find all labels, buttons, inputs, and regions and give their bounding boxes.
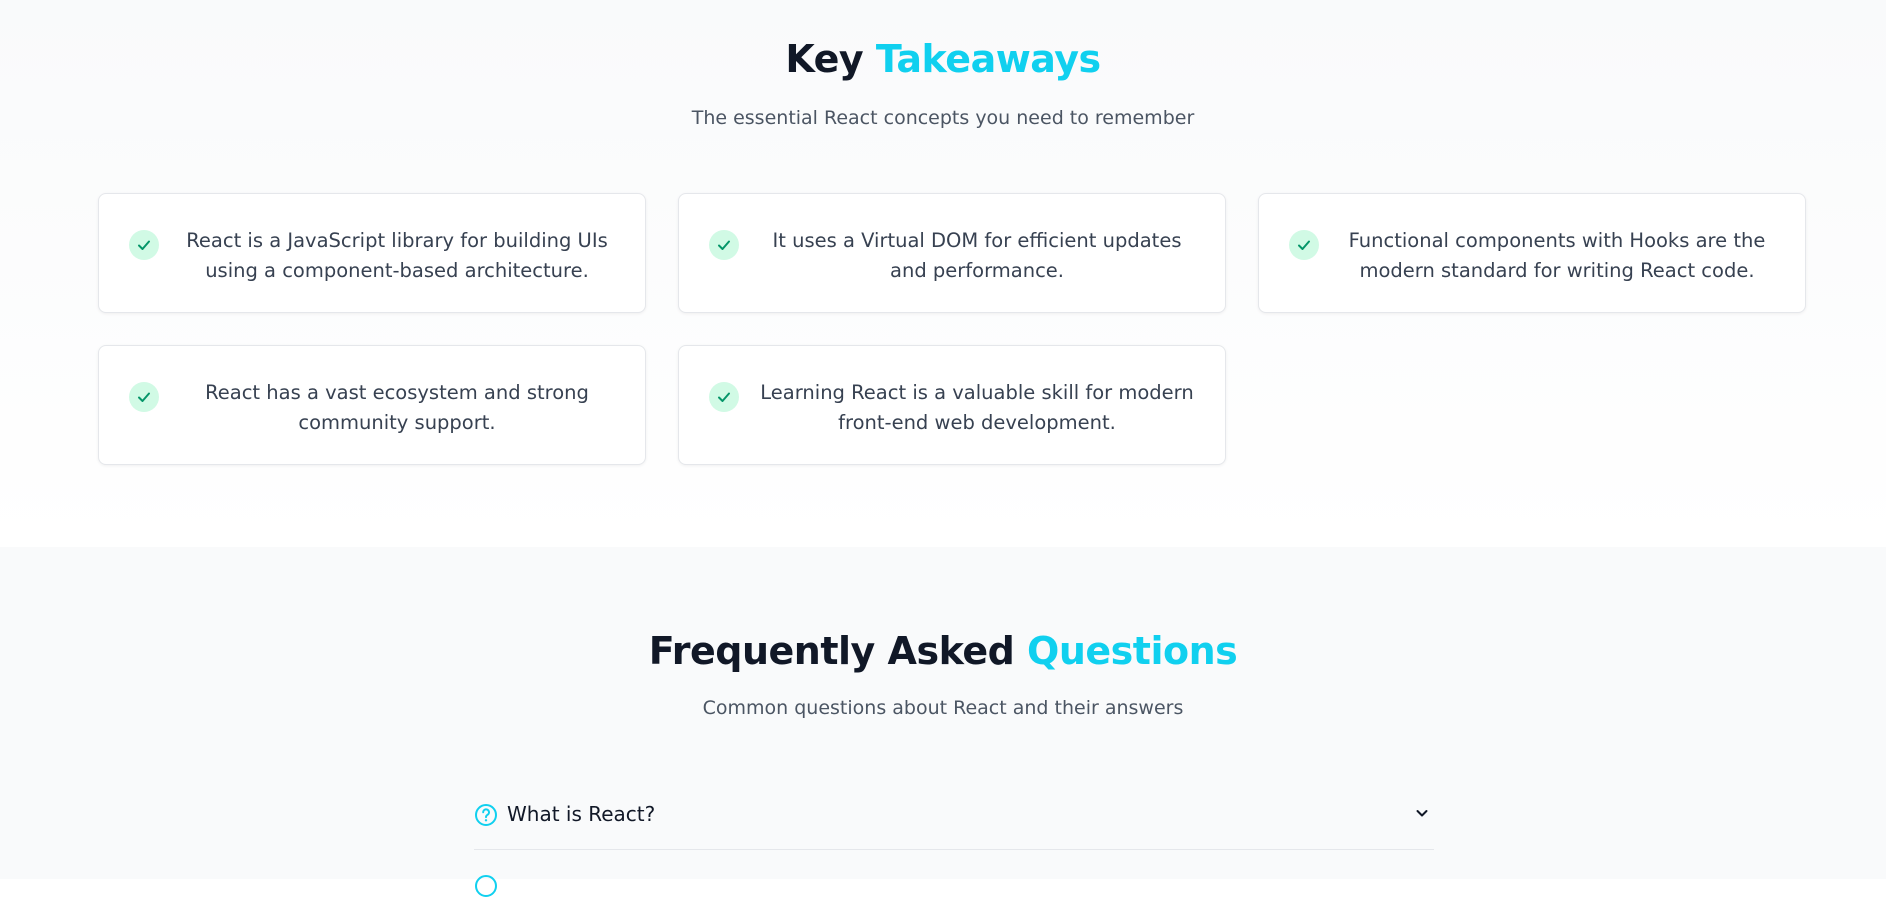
check-icon [129,230,159,260]
question-circle-icon [474,803,498,831]
takeaway-text: React is a JavaScript library for buildi… [186,229,608,282]
takeaway-card: React has a vast ecosystem and strong co… [98,345,646,465]
takeaway-card: Functional components with Hooks are the… [1258,193,1806,313]
takeaway-card: It uses a Virtual DOM for efficient upda… [678,193,1226,313]
takeaway-text: Learning React is a valuable skill for m… [760,381,1194,434]
check-icon [129,382,159,412]
check-icon [709,382,739,412]
takeaway-text: Functional components with Hooks are the… [1348,229,1766,282]
check-icon [709,230,739,260]
takeaways-title-accent: Takeaways [875,37,1101,81]
chevron-down-icon[interactable] [1414,805,1430,825]
faq-title-prefix: Frequently Asked [648,629,1015,673]
faq-title-accent: Questions [1027,629,1238,673]
takeaway-text: React has a vast ecosystem and strong co… [205,381,589,434]
key-takeaways-section: Key Takeaways The essential React concep… [0,0,1886,547]
takeaway-text: It uses a Virtual DOM for efficient upda… [772,229,1182,282]
faq-title: Frequently Asked Questions [0,629,1886,673]
takeaways-title: Key Takeaways [0,37,1886,81]
faq-question-text: What is React? [507,802,656,826]
takeaways-title-prefix: Key [785,37,864,81]
question-circle-icon [474,874,498,902]
faq-section: Frequently Asked Questions Common questi… [0,547,1886,897]
takeaway-card: Learning React is a valuable skill for m… [678,345,1226,465]
faq-subtitle: Common questions about React and their a… [702,697,1184,719]
takeaway-card: React is a JavaScript library for buildi… [98,193,646,313]
takeaways-subtitle: The essential React concepts you need to… [691,107,1195,129]
check-icon [1289,230,1319,260]
faq-question-row[interactable]: What is React? [474,796,1434,850]
